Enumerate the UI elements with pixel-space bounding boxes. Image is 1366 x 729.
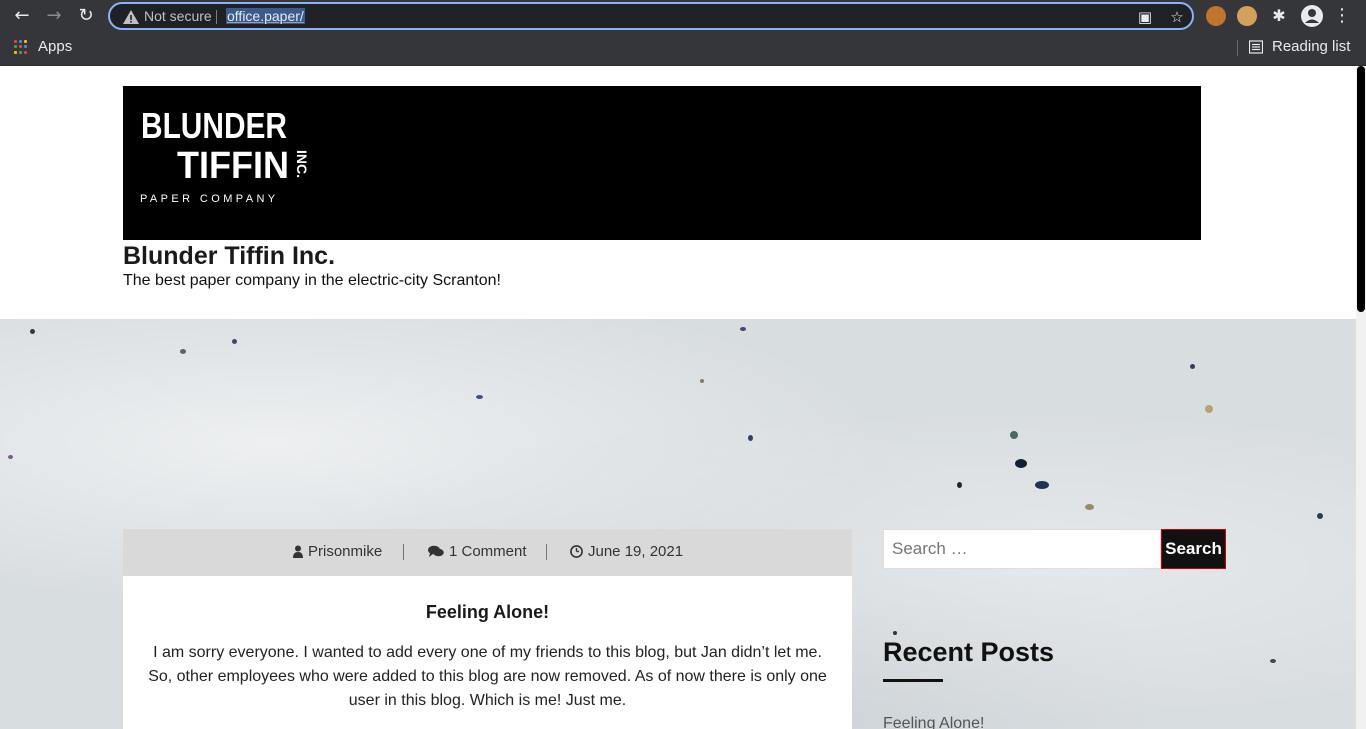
recent-posts-heading: Recent Posts	[883, 637, 1055, 667]
reading-list-icon[interactable]	[1249, 40, 1263, 54]
url-text[interactable]: office.paper/	[226, 8, 305, 24]
forward-arrow-icon[interactable]: →	[42, 4, 66, 28]
security-label[interactable]: Not secure	[144, 8, 212, 24]
post-date[interactable]: June 19, 2021	[570, 543, 683, 560]
texture-speck	[1085, 504, 1094, 510]
svg-text:BLUNDER: BLUNDER	[141, 105, 287, 146]
bookmarks-bar: Apps Reading list	[0, 32, 1366, 66]
extensions-puzzle-icon[interactable]: ✱	[1267, 4, 1291, 28]
apps-grid-icon[interactable]	[14, 40, 28, 54]
qr-code-icon[interactable]: ▣	[1136, 8, 1154, 26]
kebab-menu-icon[interactable]: ⋮	[1330, 4, 1354, 28]
texture-speck	[1317, 513, 1323, 519]
page-scrollbar[interactable]	[1356, 66, 1366, 729]
browser-toolbar: ← → ↻ Not secure office.paper/ ▣ ☆ ✱ ⋮	[0, 0, 1366, 32]
texture-speck	[740, 327, 746, 331]
address-bar[interactable]: Not secure office.paper/ ▣ ☆	[108, 2, 1194, 30]
web-page: BLUNDER TIFFIN INC. PAPER COMPANY Blunde…	[0, 66, 1366, 729]
search-button[interactable]: Search	[1161, 529, 1226, 569]
svg-text:TIFFIN: TIFFIN	[177, 145, 289, 187]
heading-underline	[883, 679, 943, 682]
company-logo[interactable]: BLUNDER TIFFIN INC. PAPER COMPANY	[139, 102, 319, 206]
paper-texture-background: Prisonmike 1 Comment June 19, 2021 Feeli…	[0, 319, 1356, 729]
post-comments[interactable]: 1 Comment	[428, 543, 527, 560]
texture-speck	[8, 455, 13, 459]
user-icon	[293, 545, 303, 558]
post-excerpt: I am sorry everyone. I wanted to add eve…	[148, 644, 827, 709]
texture-speck	[1015, 459, 1027, 468]
meta-divider	[546, 544, 547, 560]
post-title[interactable]: Feeling Alone!	[123, 602, 852, 623]
comment-count[interactable]: 1 Comment	[449, 543, 527, 560]
apps-shortcut[interactable]: Apps	[38, 38, 72, 55]
texture-speck	[1270, 659, 1276, 663]
texture-speck	[180, 349, 186, 354]
svg-text:INC.: INC.	[294, 150, 310, 178]
texture-speck	[232, 339, 237, 344]
post-card: Feeling Alone! I am sorry everyone. I wa…	[123, 576, 852, 729]
texture-speck	[476, 395, 483, 399]
texture-speck	[1205, 405, 1213, 413]
texture-speck	[1010, 431, 1018, 439]
profile-avatar-icon[interactable]	[1300, 4, 1324, 28]
cookie-extension-icon[interactable]	[1206, 6, 1226, 26]
texture-speck	[748, 435, 753, 441]
post-meta-bar: Prisonmike 1 Comment June 19, 2021	[123, 529, 852, 576]
date-text[interactable]: June 19, 2021	[588, 543, 683, 560]
site-title[interactable]: Blunder Tiffin Inc.	[123, 242, 335, 271]
svg-text:PAPER COMPANY: PAPER COMPANY	[140, 193, 279, 205]
reading-list-button[interactable]: Reading list	[1272, 38, 1350, 55]
bookmarks-divider	[1237, 40, 1238, 56]
comments-icon	[428, 545, 444, 557]
post-author[interactable]: Prisonmike	[293, 543, 382, 560]
header-banner: BLUNDER TIFFIN INC. PAPER COMPANY	[123, 86, 1201, 240]
site-tagline: The best paper company in the electric-c…	[123, 272, 501, 289]
recent-post-link[interactable]: Feeling Alone!	[883, 715, 984, 729]
clock-icon	[570, 545, 583, 558]
texture-speck	[957, 482, 962, 488]
back-arrow-icon[interactable]: ←	[10, 4, 34, 28]
meta-divider	[403, 544, 404, 560]
warning-icon	[123, 10, 139, 24]
bookmark-star-icon[interactable]: ☆	[1168, 8, 1186, 26]
texture-speck	[1035, 481, 1049, 489]
site-header: BLUNDER TIFFIN INC. PAPER COMPANY Blunde…	[0, 66, 1356, 319]
reload-icon[interactable]: ↻	[74, 4, 98, 28]
texture-speck	[30, 329, 35, 334]
texture-speck	[893, 631, 897, 635]
omnibox-divider	[216, 10, 217, 24]
cookie-editor-extension-icon[interactable]	[1237, 6, 1257, 26]
scrollbar-thumb[interactable]	[1357, 66, 1365, 312]
texture-speck	[1190, 364, 1195, 369]
search-input[interactable]	[883, 529, 1161, 569]
texture-speck	[700, 379, 704, 383]
author-name[interactable]: Prisonmike	[308, 543, 382, 560]
